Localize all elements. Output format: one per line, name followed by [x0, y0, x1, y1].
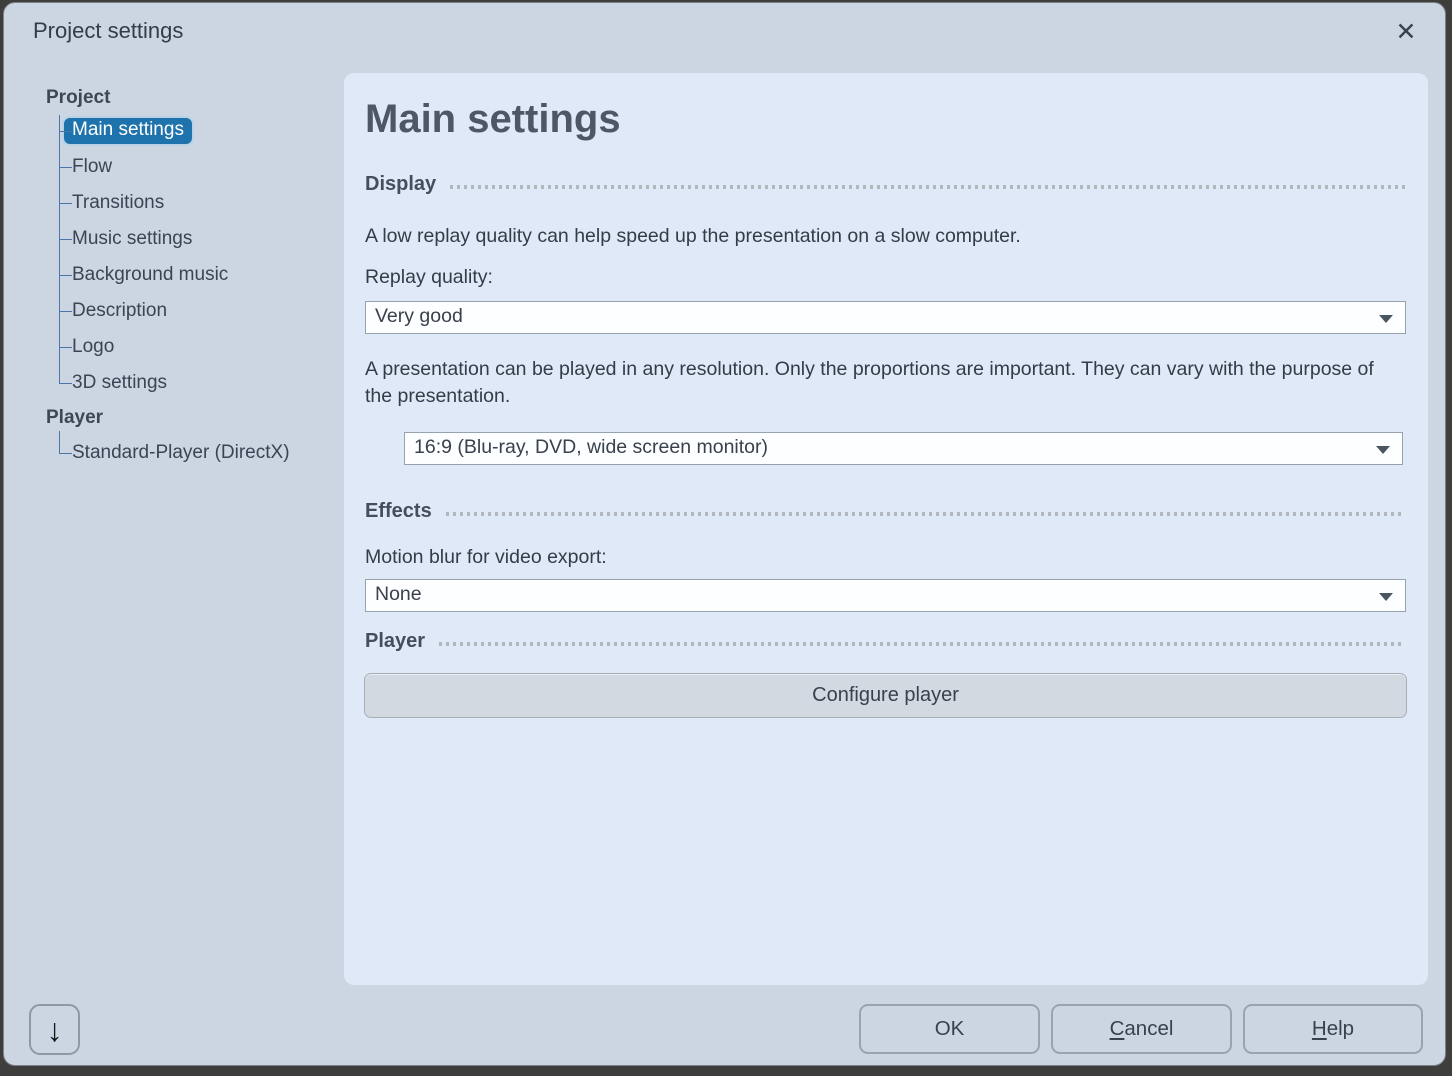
replay-quality-label: Replay quality:	[365, 264, 493, 291]
chevron-down-icon	[1379, 593, 1393, 601]
chevron-down-icon	[1376, 446, 1390, 454]
tree-item-logo[interactable]: Logo	[46, 329, 346, 365]
help-button[interactable]: Help	[1243, 1004, 1423, 1054]
aspect-ratio-value: 16:9 (Blu-ray, DVD, wide screen monitor)	[414, 436, 768, 459]
ok-button[interactable]: OK	[859, 1004, 1040, 1054]
replay-quality-hint: A low replay quality can help speed up t…	[365, 223, 1021, 250]
section-display: Display	[365, 173, 1405, 196]
tree-group-project: Project	[46, 83, 346, 113]
chevron-down-icon	[1379, 315, 1393, 323]
collapse-sidebar-button[interactable]: ↓	[29, 1004, 80, 1055]
replay-quality-value: Very good	[375, 305, 463, 328]
tree-item-music-settings[interactable]: Music settings	[46, 221, 346, 257]
main-settings-panel: Main settings Display A low replay quali…	[344, 73, 1428, 985]
page-title: Main settings	[365, 97, 621, 142]
dotted-divider	[439, 642, 1405, 646]
resolution-hint: A presentation can be played in any reso…	[365, 356, 1380, 410]
motion-blur-value: None	[375, 583, 422, 606]
down-arrow-icon: ↓	[47, 1014, 63, 1046]
dotted-divider	[446, 512, 1405, 516]
tree-item-background-music[interactable]: Background music	[46, 257, 346, 293]
section-player: Player	[365, 630, 1405, 653]
section-effects-label: Effects	[365, 500, 432, 523]
selected-item-label: Main settings	[64, 118, 192, 144]
tree-item-standard-player[interactable]: Standard-Player (DirectX)	[46, 435, 346, 471]
section-display-label: Display	[365, 173, 436, 196]
configure-player-button[interactable]: Configure player	[364, 673, 1407, 718]
tree-item-main-settings[interactable]: Main settings	[46, 113, 346, 149]
tree-item-3d-settings[interactable]: 3D settings	[46, 365, 346, 401]
dotted-divider	[450, 185, 1405, 189]
tree-group-player: Player	[46, 401, 346, 435]
project-settings-dialog: Project settings ✕ Project Main settings…	[3, 2, 1446, 1066]
section-player-label: Player	[365, 630, 425, 653]
motion-blur-select[interactable]: None	[365, 579, 1406, 612]
cancel-button[interactable]: Cancel	[1051, 1004, 1232, 1054]
close-icon[interactable]: ✕	[1389, 15, 1423, 49]
tree-item-flow[interactable]: Flow	[46, 149, 346, 185]
aspect-ratio-select[interactable]: 16:9 (Blu-ray, DVD, wide screen monitor)	[404, 432, 1403, 465]
section-effects: Effects	[365, 500, 1405, 523]
settings-tree: Project Main settings Flow Transitions M…	[46, 83, 346, 471]
window-title: Project settings	[33, 18, 183, 44]
tree-item-description[interactable]: Description	[46, 293, 346, 329]
tree-item-transitions[interactable]: Transitions	[46, 185, 346, 221]
motion-blur-label: Motion blur for video export:	[365, 544, 607, 571]
replay-quality-select[interactable]: Very good	[365, 301, 1406, 334]
